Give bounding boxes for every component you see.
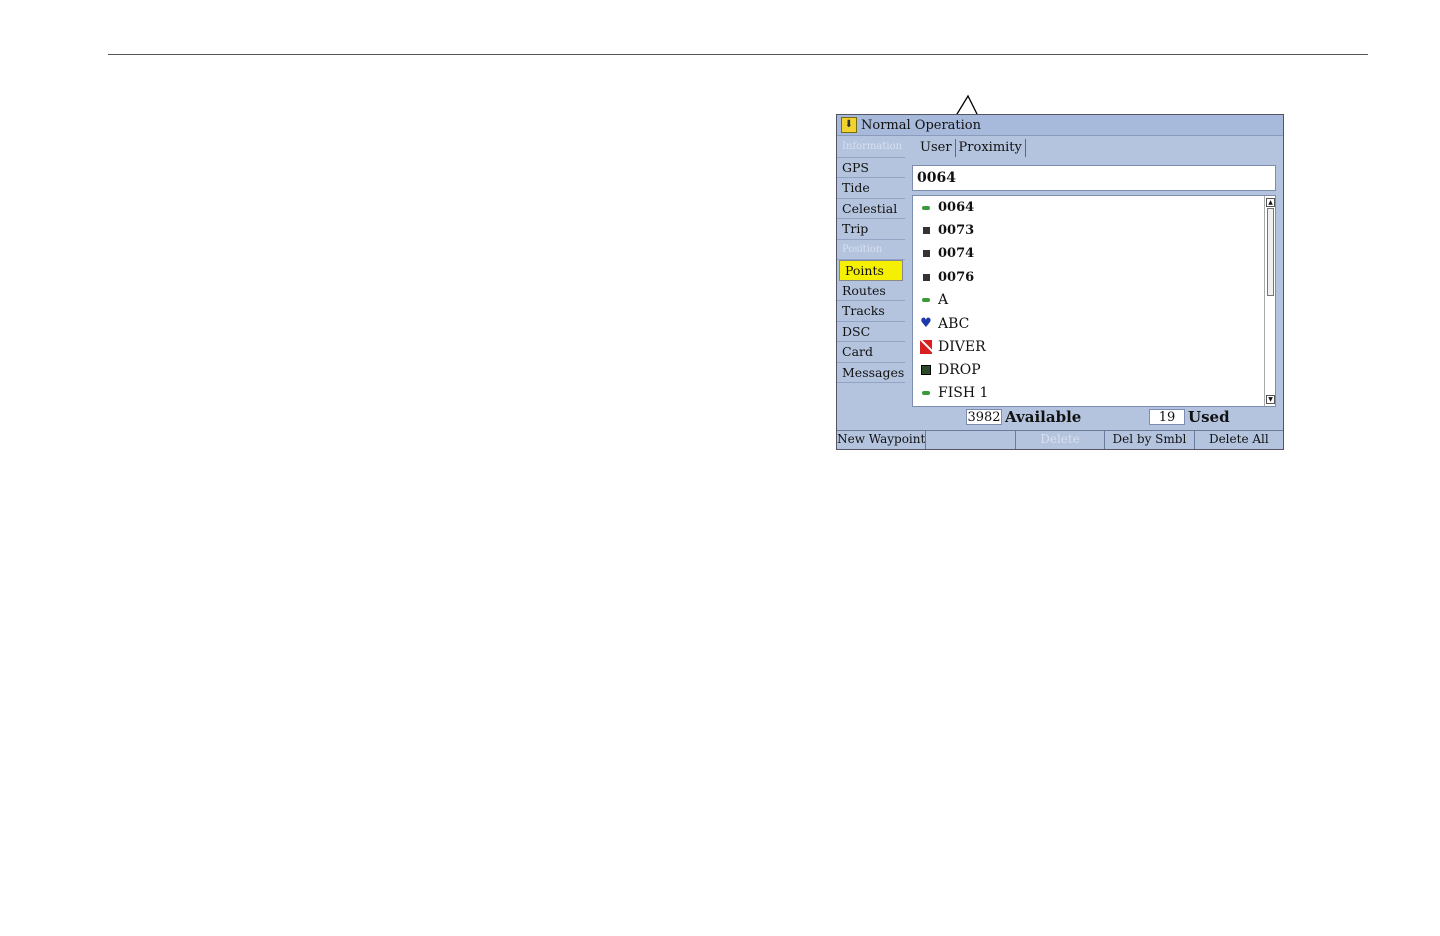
waypoint-list: 0064 0073 0074 0076 A ♥ ABC DIVER DROP F… xyxy=(912,195,1276,407)
scroll-thumb[interactable] xyxy=(1267,208,1274,296)
delete-all-button[interactable]: Delete All xyxy=(1194,431,1284,449)
available-label: Available xyxy=(1005,408,1082,426)
list-item[interactable]: 0076 xyxy=(913,266,1275,289)
tab-bar: User Proximity xyxy=(917,139,1026,159)
device-screen: ⬇ Normal Operation Information GPS Tide … xyxy=(836,114,1284,450)
list-scrollbar[interactable]: ▲ ▼ xyxy=(1264,196,1275,406)
sidebar-item-gps[interactable]: GPS xyxy=(837,158,905,178)
list-item[interactable]: ♥ ABC xyxy=(913,312,1275,335)
sidebar-item-messages[interactable]: Messages xyxy=(837,363,905,383)
new-waypoint-button[interactable]: New Waypoint xyxy=(837,431,927,449)
square-icon xyxy=(920,271,932,283)
list-item[interactable]: DROP xyxy=(913,358,1275,381)
tab-proximity[interactable]: Proximity xyxy=(956,139,1026,157)
square-icon xyxy=(920,225,932,237)
waypoint-search-input[interactable]: 0064 xyxy=(912,165,1276,191)
delete-button[interactable]: Delete xyxy=(1015,431,1106,449)
available-count: 3982 xyxy=(966,409,1002,425)
list-item[interactable]: 0064 xyxy=(913,196,1275,219)
waypoint-name: ABC xyxy=(938,315,970,332)
list-item[interactable]: A xyxy=(913,289,1275,312)
waypoint-name: DIVER xyxy=(938,338,986,355)
page-top-rule xyxy=(108,54,1368,55)
scroll-down-icon[interactable]: ▼ xyxy=(1266,395,1275,404)
sidebar-item-position: Position xyxy=(837,240,905,260)
sidebar-item-dsc[interactable]: DSC xyxy=(837,322,905,342)
used-label: Used xyxy=(1188,408,1230,426)
waypoint-counts: 3982 Available 19 Used xyxy=(963,408,1277,428)
list-item[interactable]: FISH 1 xyxy=(913,382,1275,405)
window-title: Normal Operation xyxy=(861,117,982,133)
delete-by-symbol-button[interactable]: Del by Smbl xyxy=(1105,431,1195,449)
square-icon xyxy=(920,248,932,260)
sidebar-item-routes[interactable]: Routes xyxy=(837,281,905,301)
sidebar-item-celestial[interactable]: Celestial xyxy=(837,199,905,219)
sidebar-item-points[interactable]: Points xyxy=(839,260,903,281)
waypoint-name: 0074 xyxy=(938,246,975,262)
flag-icon xyxy=(920,294,932,306)
list-item[interactable]: 0074 xyxy=(913,242,1275,265)
used-count: 19 xyxy=(1149,409,1185,425)
app-icon: ⬇ xyxy=(841,117,857,133)
list-item[interactable]: 0073 xyxy=(913,219,1275,242)
scroll-up-icon[interactable]: ▲ xyxy=(1266,198,1275,207)
flag-icon xyxy=(920,387,932,399)
waypoint-name: DROP xyxy=(938,361,981,378)
blank-softkey[interactable] xyxy=(926,431,1016,449)
list-item[interactable]: DIVER xyxy=(913,335,1275,358)
diver-flag-icon xyxy=(920,339,932,354)
waypoint-name: FISH 1 xyxy=(938,385,989,402)
waypoint-name: 0073 xyxy=(938,223,975,239)
sidebar-item-information: Information xyxy=(837,137,905,158)
sidebar-item-tide[interactable]: Tide xyxy=(837,178,905,199)
sidebar: Information GPS Tide Celestial Trip Posi… xyxy=(837,137,905,431)
flag-icon xyxy=(920,202,932,214)
softkey-bar: New Waypoint Delete Del by Smbl Delete A… xyxy=(837,430,1284,449)
waypoint-name: 0064 xyxy=(938,200,975,216)
title-bar: ⬇ Normal Operation xyxy=(837,115,1283,136)
sidebar-item-card[interactable]: Card xyxy=(837,342,905,363)
sidebar-item-tracks[interactable]: Tracks xyxy=(837,301,905,322)
waypoint-name: 0076 xyxy=(938,269,975,285)
drop-icon xyxy=(920,364,932,376)
sidebar-item-trip[interactable]: Trip xyxy=(837,219,905,240)
tab-user[interactable]: User xyxy=(917,139,956,157)
waypoint-name: A xyxy=(938,292,949,309)
heart-icon: ♥ xyxy=(920,315,932,331)
